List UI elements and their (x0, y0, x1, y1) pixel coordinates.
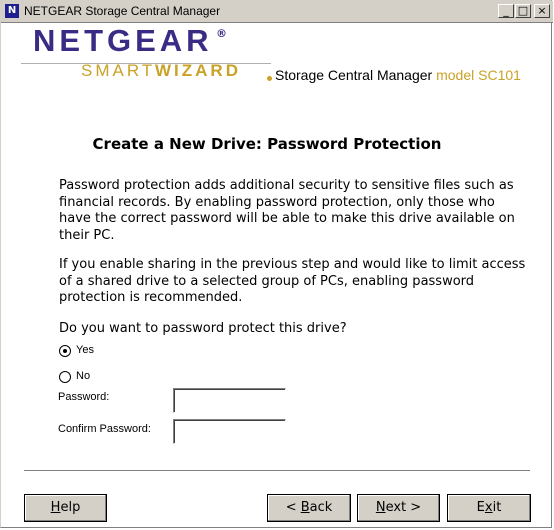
next-button-accel: N (375, 500, 386, 515)
radio-no-button[interactable] (59, 371, 71, 383)
maximize-button[interactable]: □ (515, 4, 531, 18)
help-button-accel: H (50, 500, 61, 515)
title-bar[interactable]: N NETGEAR Storage Central Manager _ □ × (1, 1, 553, 23)
page-title: Create a New Drive: Password Protection (92, 135, 442, 153)
product-name: Storage Central Manager (275, 67, 433, 83)
product-model: model SC101 (436, 67, 521, 83)
help-button-text-post: elp (60, 500, 81, 515)
exit-button-text-pre: E (476, 500, 485, 515)
logo-registered-mark: ® (216, 27, 227, 40)
confirm-password-label: Confirm Password: (58, 423, 151, 435)
description-paragraph-1: Password protection adds additional secu… (59, 178, 515, 243)
netgear-app-icon: N (5, 4, 19, 18)
footer-divider-highlight (24, 471, 530, 472)
back-button-accel: B (300, 500, 310, 515)
password-input[interactable] (173, 388, 286, 413)
password-label: Password: (58, 391, 110, 403)
back-button-text-post: ack (309, 500, 333, 515)
radio-yes-button[interactable] (59, 345, 71, 357)
radio-yes-label[interactable]: Yes (76, 344, 94, 356)
netgear-smartwizard-logo: NETGEAR ® SMART WIZARD Storage Central M… (21, 23, 551, 91)
radio-no-label[interactable]: No (76, 370, 90, 382)
window-title: NETGEAR Storage Central Manager (24, 4, 221, 18)
logo-netgear-text: NETGEAR (33, 23, 213, 58)
next-button[interactable]: Next > (357, 494, 440, 522)
product-title: Storage Central Manager model SC101 (275, 67, 521, 83)
next-button-text-post: ext > (385, 500, 422, 515)
help-button[interactable]: Help (24, 494, 107, 522)
password-question: Do you want to password protect this dri… (59, 321, 347, 336)
description-paragraph-2: If you enable sharing in the previous st… (59, 257, 526, 305)
logo-dot-icon (267, 76, 272, 81)
wizard-window: N NETGEAR Storage Central Manager _ □ × … (0, 0, 553, 528)
confirm-password-input[interactable] (173, 419, 286, 444)
back-button[interactable]: < Back (267, 494, 351, 522)
exit-button-accel: x (484, 500, 493, 515)
logo-smart-text: SMART (81, 61, 156, 80)
exit-button[interactable]: Exit (447, 494, 531, 522)
minimize-button[interactable]: _ (498, 4, 514, 18)
close-button[interactable]: × (534, 4, 550, 18)
back-button-text-pre: < (285, 500, 301, 515)
logo-wizard-text: WIZARD (155, 61, 241, 80)
exit-button-text-post: it (492, 500, 502, 515)
